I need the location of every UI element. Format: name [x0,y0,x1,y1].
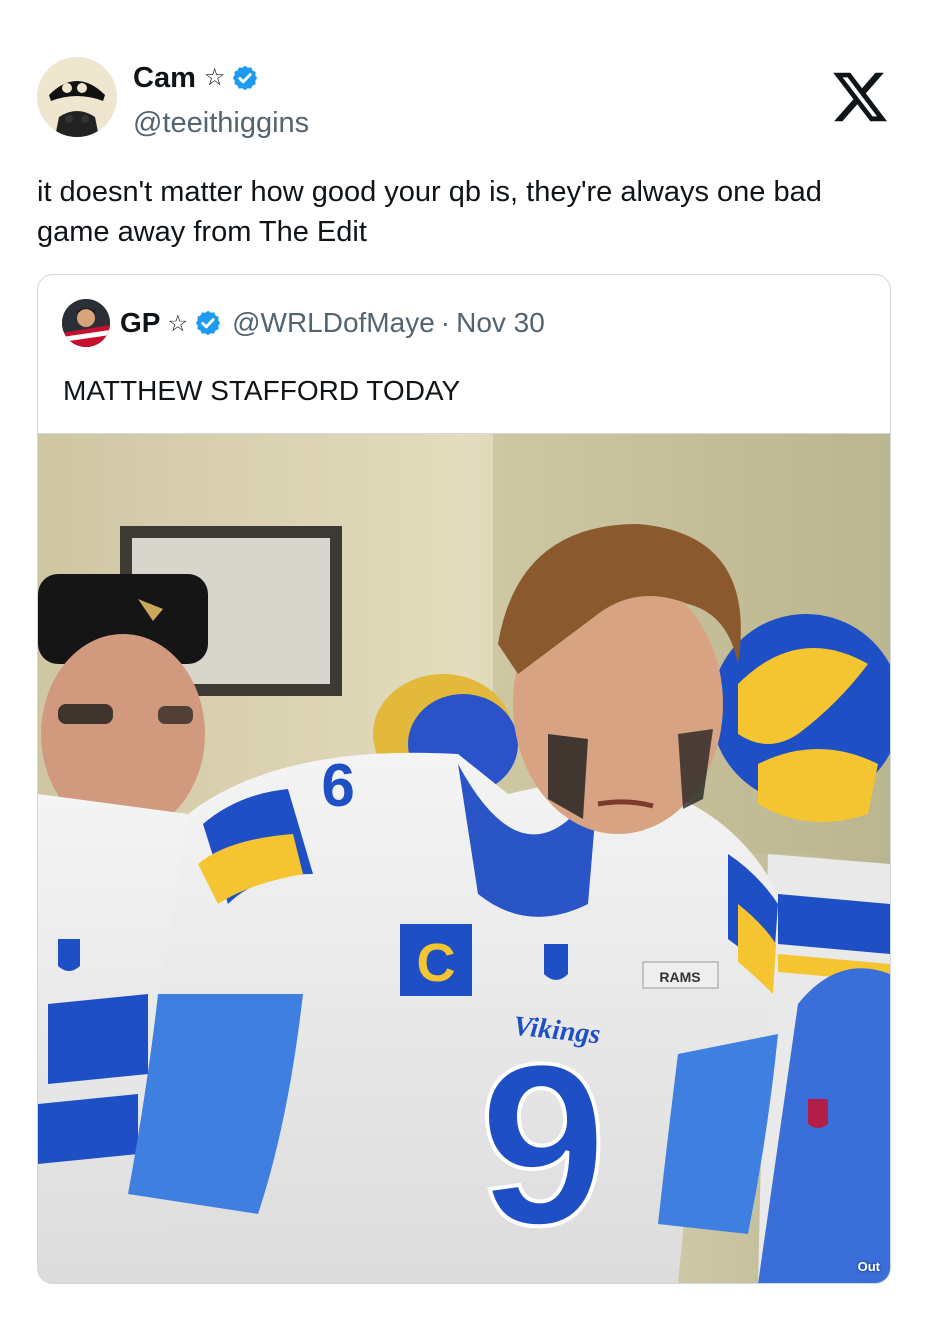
quoted-tweet-text: MATTHEW STAFFORD TODAY [63,375,461,406]
verified-badge-icon [195,310,221,336]
author-handle[interactable]: @teeithiggins [133,105,309,141]
quoted-author-name[interactable]: GP [120,307,160,339]
x-logo-icon[interactable] [832,70,888,124]
shoulder-number: 9 [321,751,354,818]
jersey-number: 9 [479,1016,607,1273]
photo-watermark: Out [857,1259,880,1274]
captain-patch-letter: C [417,933,456,993]
header-separator: · [440,307,451,338]
star-icon: ☆ [203,64,226,91]
locker-room-photo: C RAMS Vikings 9 9 [38,434,890,1283]
author-name-row[interactable]: Cam ☆ [133,60,259,96]
star-icon: ☆ [167,309,189,336]
quoted-tweet-card[interactable]: GP ☆ @WRLDofMaye · Nov 30 MATTHEW STAFFO… [37,274,891,1284]
author-avatar-image [37,57,117,137]
author-name[interactable]: Cam [133,60,196,96]
quoted-author-avatar-image [62,299,110,347]
tweet-text: it doesn't matter how good your qb is, t… [37,176,822,248]
rams-patch-text: RAMS [659,969,700,985]
quoted-author-avatar[interactable] [62,299,110,347]
quoted-author-handle[interactable]: @WRLDofMaye [232,307,435,339]
tweet-card: Cam ☆ @teeithiggins it doesn't matter ho… [0,0,926,1325]
quoted-timestamp[interactable]: Nov 30 [456,307,545,339]
author-avatar[interactable] [37,57,117,137]
quoted-header: GP ☆ @WRLDofMaye · Nov 30 [120,305,545,341]
quoted-media-photo[interactable]: C RAMS Vikings 9 9 Out [38,433,890,1283]
verified-badge-icon [233,65,258,91]
